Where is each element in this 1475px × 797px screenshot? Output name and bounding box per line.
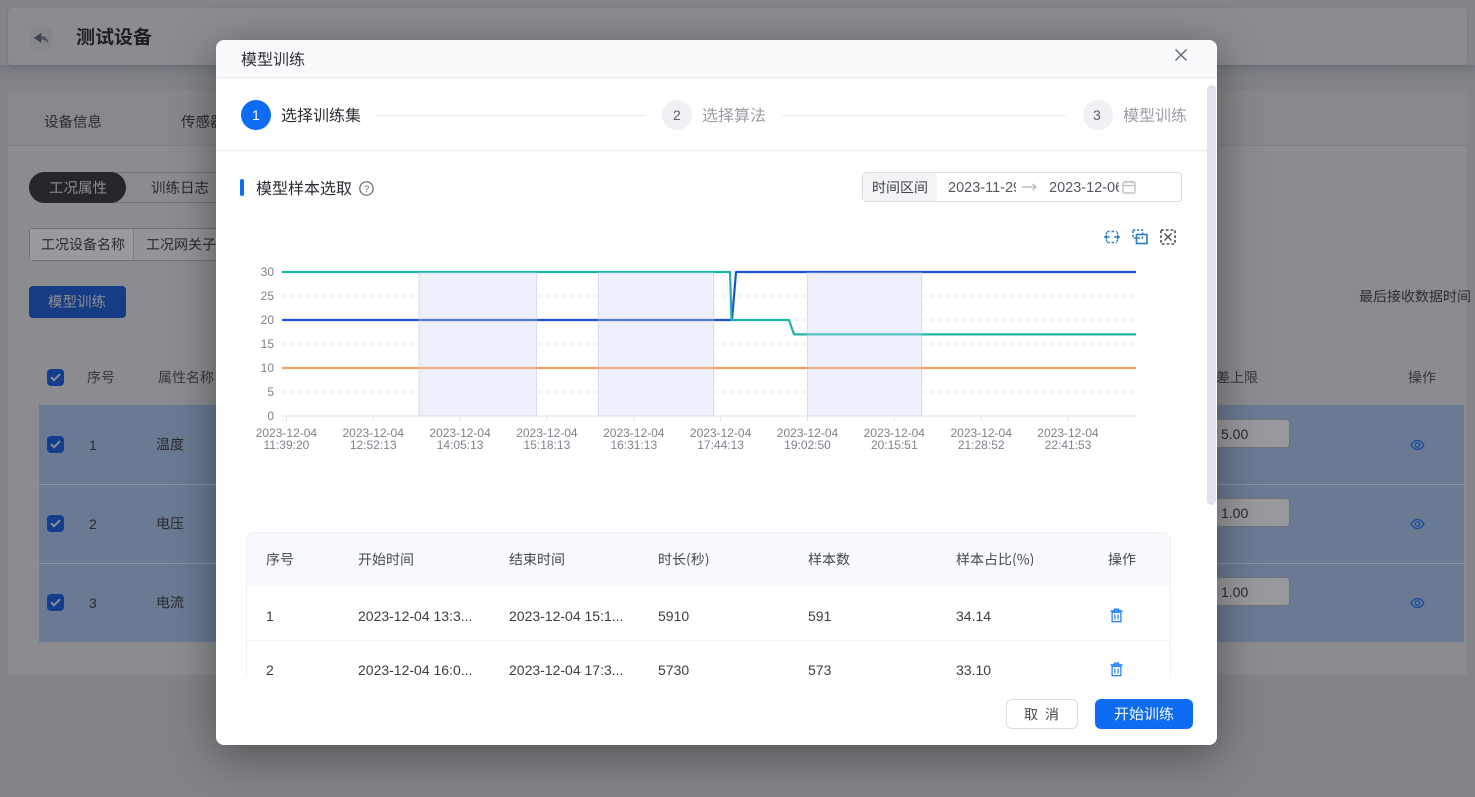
svg-text:14:05:13: 14:05:13: [437, 438, 484, 452]
svg-text:5: 5: [267, 385, 274, 399]
svg-text:20: 20: [261, 313, 275, 327]
svg-text:20:15:51: 20:15:51: [871, 438, 918, 452]
svg-text:15: 15: [261, 337, 275, 351]
svg-text:0: 0: [267, 409, 274, 423]
svg-text:22:41:53: 22:41:53: [1045, 438, 1092, 452]
svg-text:12:52:13: 12:52:13: [350, 438, 397, 452]
svg-text:11:39:20: 11:39:20: [263, 438, 309, 452]
svg-text:?: ?: [364, 184, 369, 195]
svg-text:17:44:13: 17:44:13: [697, 438, 744, 452]
svg-text:15:18:13: 15:18:13: [524, 438, 571, 452]
svg-text:19:02:50: 19:02:50: [784, 438, 831, 452]
svg-text:21:28:52: 21:28:52: [958, 438, 1005, 452]
svg-text:25: 25: [261, 289, 275, 303]
svg-text:16:31:13: 16:31:13: [610, 438, 657, 452]
svg-text:30: 30: [261, 265, 275, 279]
svg-text:10: 10: [261, 361, 275, 375]
